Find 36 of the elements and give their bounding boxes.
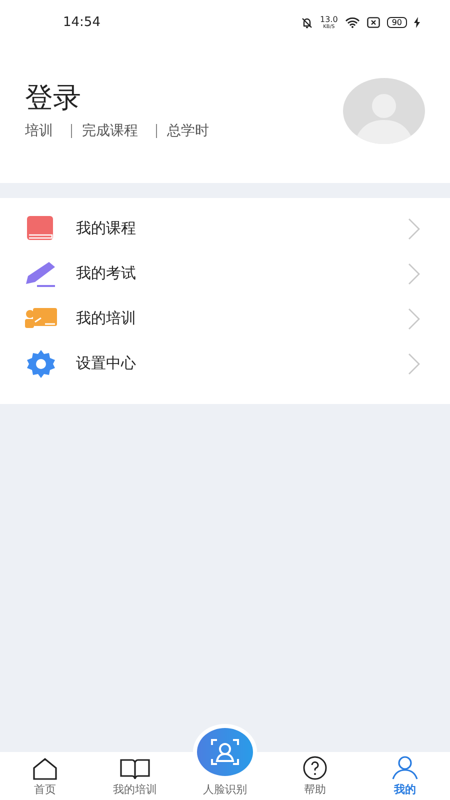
login-title[interactable]: 登录 [25,78,209,118]
avatar-icon[interactable] [343,78,425,144]
tab[interactable]: 我的培训 [90,758,180,800]
chevron-right-icon [408,218,420,240]
chevron-right-icon [408,262,420,284]
stat-label: 培训 [25,122,53,140]
menu-item[interactable]: 我的考试 [0,251,450,296]
menu-label: 我的课程 [76,219,137,238]
menu-label: 我的培训 [76,309,137,328]
stat-label: 总学时 [167,122,209,140]
open-book-icon [120,758,150,780]
battery-level: 90 [386,17,407,28]
stat-label: 完成课程 [82,122,138,140]
gear-icon [24,350,58,378]
tab[interactable]: 人脸识别 [180,724,270,800]
menu-label: 我的考试 [76,264,137,283]
sim-icon [366,17,380,28]
menu-item[interactable]: 设置中心 [0,341,450,386]
tab[interactable]: 我的 [360,756,450,800]
tab[interactable]: 首页 [0,758,90,800]
wifi-icon [344,17,360,28]
bell-muted-icon [301,16,313,28]
chevron-right-icon [408,352,420,374]
chevron-right-icon [408,308,420,330]
charging-icon [414,17,420,28]
network-speed: 13.0 [320,16,338,24]
user-icon [392,756,418,780]
teacher-board-icon [24,308,58,330]
menu-label: 设置中心 [76,354,137,373]
status-time: 14:54 [63,15,100,30]
menu-item[interactable]: 我的培训 [0,296,450,341]
menu-item[interactable]: 我的课程 [0,206,450,251]
tab[interactable]: 帮助 [270,756,360,800]
help-icon [303,756,327,780]
pencil-icon [24,260,58,286]
home-icon [32,758,58,780]
